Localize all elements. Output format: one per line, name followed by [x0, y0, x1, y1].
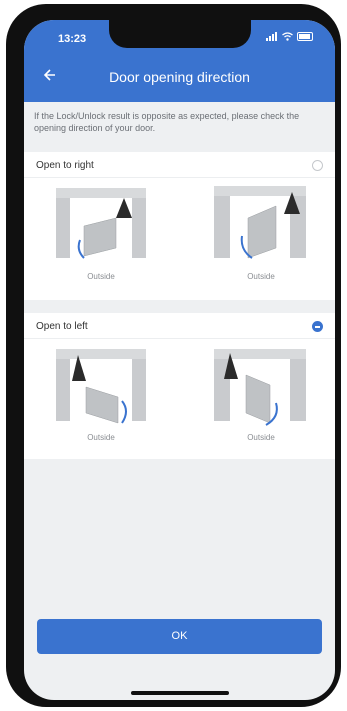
door-illustration-right-2 [214, 186, 306, 259]
option-header: Open to right [24, 152, 335, 178]
ok-button[interactable]: OK [37, 619, 322, 654]
page-title: Door opening direction [109, 69, 250, 85]
status-icons [266, 32, 313, 41]
caption-outside: Outside [87, 433, 115, 442]
caption-outside: Outside [247, 433, 275, 442]
phone-frame: 13:23 Door opening direction If the Lock… [6, 4, 341, 707]
door-illustration-right-1 [56, 188, 146, 259]
option-open-left[interactable]: Open to left Outside Outside [24, 313, 335, 459]
caption-outside: Outside [247, 272, 275, 281]
caption-outside: Outside [87, 272, 115, 281]
app-screen: 13:23 Door opening direction If the Lock… [24, 20, 335, 700]
home-indicator[interactable] [131, 691, 229, 695]
option-label: Open to right [36, 160, 94, 171]
option-open-right[interactable]: Open to right Outside Outside [24, 152, 335, 300]
device-notch [109, 20, 251, 48]
status-time: 13:23 [58, 33, 87, 45]
radio-open-left[interactable] [312, 321, 323, 332]
door-illustration-left-2 [214, 349, 306, 426]
signal-icon [266, 32, 277, 41]
hint-text: If the Lock/Unlock result is opposite as… [34, 111, 300, 133]
door-illustration-left-1 [56, 349, 146, 424]
battery-icon [297, 32, 313, 41]
option-header: Open to left [24, 313, 335, 339]
wifi-icon [282, 32, 293, 41]
radio-open-right[interactable] [312, 160, 323, 171]
option-label: Open to left [36, 321, 88, 332]
